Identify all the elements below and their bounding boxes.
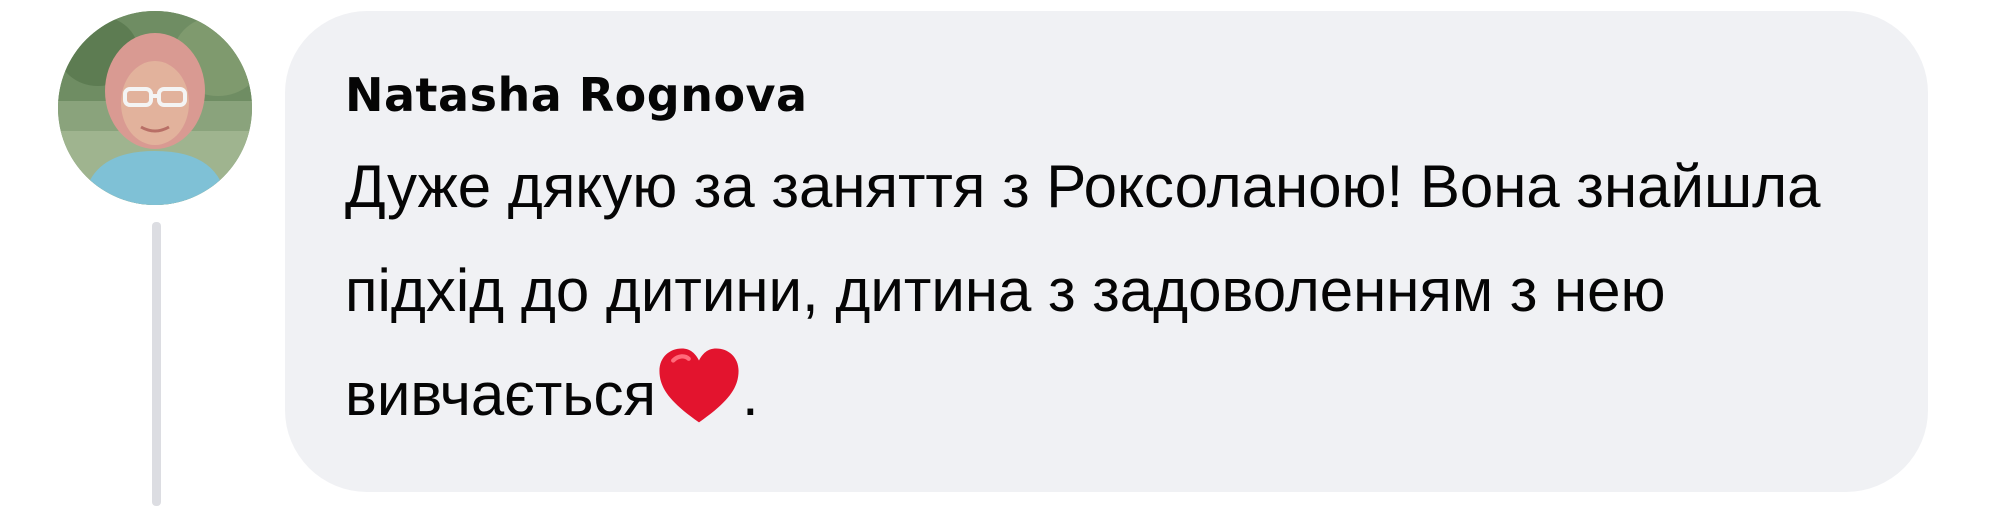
reply-thread-line [152, 222, 161, 506]
comment-bubble: Natasha Rognova Дуже дякую за заняття з … [285, 11, 1928, 492]
comment-text: Дуже дякую за заняття з Роксоланою! Вона… [345, 135, 1885, 447]
comment-text-end: . [742, 361, 759, 428]
comment-author-name[interactable]: Natasha Rognova [345, 55, 1868, 135]
comment-thread: Natasha Rognova Дуже дякую за заняття з … [0, 0, 2000, 506]
red-heart-icon [656, 345, 742, 431]
profile-photo [58, 11, 252, 205]
comment-body: Дуже дякую за заняття з Роксоланою! Вона… [345, 153, 1821, 428]
avatar[interactable] [58, 11, 252, 205]
